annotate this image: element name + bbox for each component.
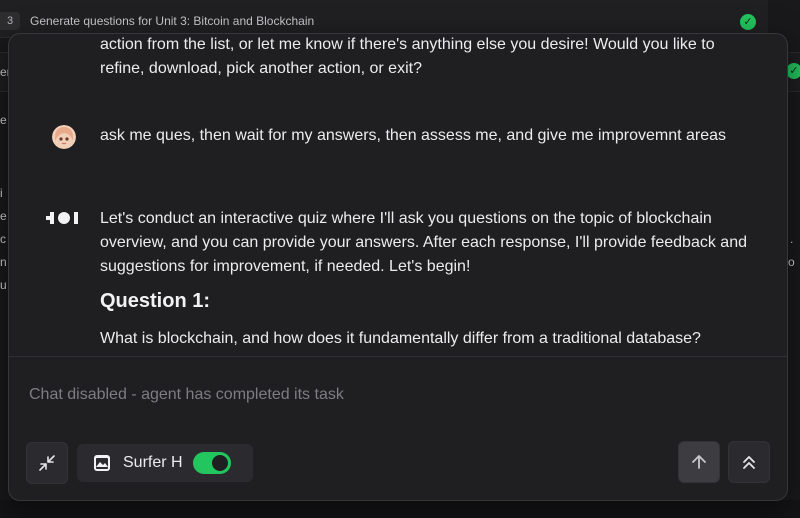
scroll-top-button[interactable] [728, 441, 770, 483]
step-number: 3 [0, 12, 20, 30]
user-message: ask me ques, then wait for my answers, t… [100, 127, 727, 144]
check-circle-icon: ✓ [786, 63, 800, 79]
background-text-fragment: e [0, 113, 7, 127]
collapse-arrows-icon [39, 455, 55, 471]
double-chevron-up-icon [743, 456, 755, 469]
background-text-fragment: u [0, 278, 7, 292]
background-text-fragment: e [0, 209, 7, 223]
page-footer [0, 500, 800, 518]
step-title: Generate questions for Unit 3: Bitcoin a… [30, 14, 315, 28]
arrow-up-icon [692, 455, 706, 469]
image-window-icon [94, 455, 110, 471]
toggle-knob [211, 455, 228, 471]
user-avatar [52, 125, 76, 149]
background-text-fragment: n [0, 255, 7, 269]
background-text-fragment: c [0, 232, 6, 246]
collapse-button[interactable] [26, 442, 68, 484]
chat-input[interactable] [29, 380, 729, 410]
background-text-fragment: . [790, 232, 794, 246]
background-text-fragment: o [788, 255, 795, 269]
agent-selector[interactable]: Surfer H [77, 444, 253, 482]
agent-toggle[interactable] [192, 452, 231, 474]
question-heading: Question 1: [100, 290, 211, 312]
input-divider [9, 356, 787, 357]
background-text-fragment: i [0, 186, 3, 200]
agent-message: Let's conduct an interactive quiz where … [100, 210, 747, 275]
question-text: What is blockchain, and how does it fund… [100, 330, 701, 347]
chat-modal: action from the list, or let me know if … [8, 33, 788, 501]
agent-name: Surfer H [123, 454, 183, 471]
agent-message-partial: action from the list, or let me know if … [100, 36, 715, 77]
check-circle-icon: ✓ [740, 14, 756, 30]
agent-logo-icon [46, 209, 82, 227]
send-button[interactable] [678, 441, 720, 483]
message-list[interactable]: action from the list, or let me know if … [9, 34, 787, 356]
